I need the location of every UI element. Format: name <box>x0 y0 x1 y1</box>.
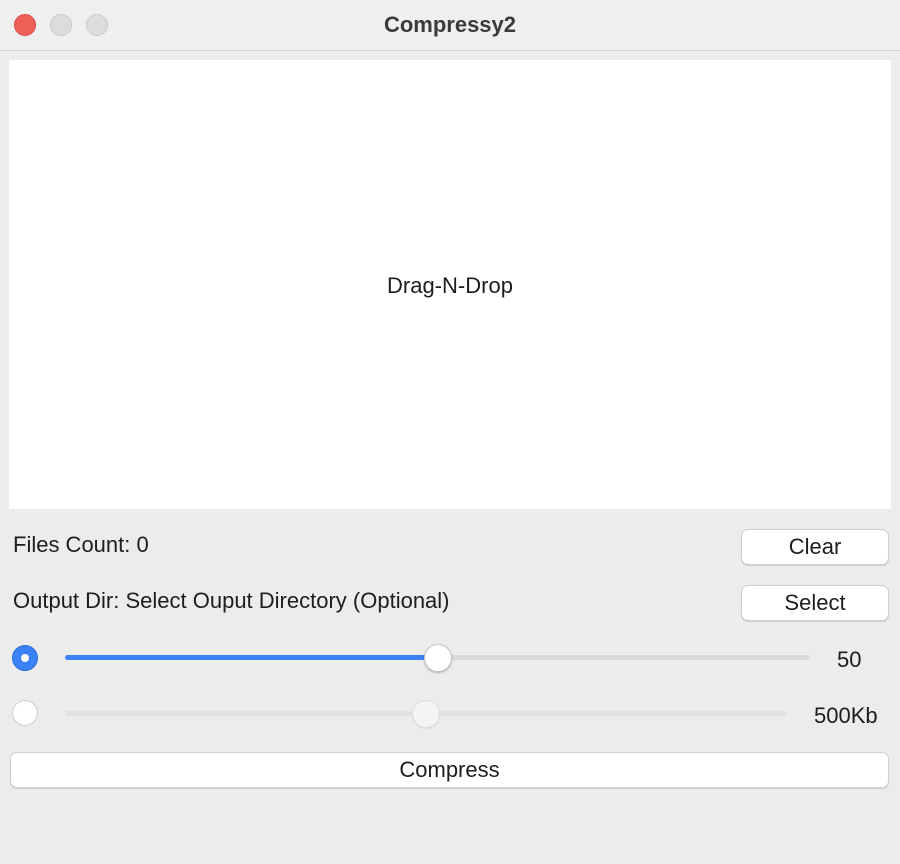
size-value: 500Kb <box>814 703 878 728</box>
title-bar: Compressy2 <box>0 0 900 51</box>
quality-slider-thumb[interactable] <box>423 644 452 672</box>
drop-zone-label: Drag-N-Drop <box>387 272 513 298</box>
files-count-label: Files Count: 0 <box>13 532 149 557</box>
size-slider-thumb[interactable] <box>411 700 440 728</box>
compress-button[interactable]: Compress <box>10 752 889 788</box>
clear-button[interactable]: Clear <box>741 529 889 565</box>
window-title: Compressy2 <box>383 12 517 37</box>
quality-slider-fill <box>65 655 438 660</box>
quality-mode-radio[interactable] <box>12 645 38 671</box>
quality-value: 50 <box>837 647 862 672</box>
drop-zone[interactable]: Drag-N-Drop <box>9 60 891 509</box>
size-mode-radio[interactable] <box>12 700 38 726</box>
app-window: Compressy2 Drag-N-Drop Files Count: 0 Cl… <box>0 0 900 864</box>
select-output-button[interactable]: Select <box>741 585 889 621</box>
output-dir-label: Output Dir: Select Ouput Directory (Opti… <box>13 588 450 613</box>
